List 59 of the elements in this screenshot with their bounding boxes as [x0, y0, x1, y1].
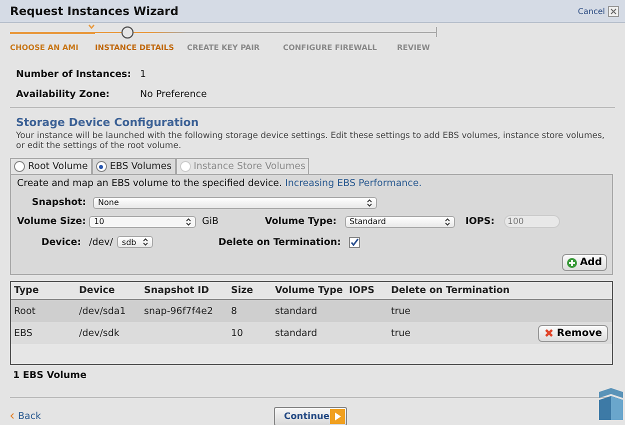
column-header: Type	[14, 285, 40, 296]
table-cell-text: 10	[231, 328, 244, 338]
table-cell-text: Root	[14, 306, 37, 316]
table-cell-text: standard	[275, 306, 318, 316]
column-header: Size	[231, 285, 254, 296]
field-value: No Preference	[140, 89, 207, 100]
spin-arrows-icon	[444, 218, 450, 226]
panel-description: Create and map an EBS volume to the specified device. Increasing EBS Performance.	[17, 178, 423, 189]
volume-count: 1 EBS Volume	[12, 369, 88, 381]
add-button[interactable]: Add	[562, 254, 607, 271]
field-label: Delete on Termination:	[217, 236, 341, 248]
field-label: IOPS:	[464, 216, 495, 227]
table-cell-text: standard	[275, 328, 318, 338]
cancel-link[interactable]: Cancel	[578, 6, 605, 16]
continue-button[interactable]: Continue	[274, 407, 347, 425]
column-header: Volume Type	[275, 285, 344, 296]
unit-label: GiB	[202, 216, 219, 227]
volume-type-select[interactable]: Standard	[344, 216, 455, 228]
spin-arrows-icon	[367, 198, 372, 206]
field-label: Device:	[40, 236, 81, 248]
field-value: 1	[140, 69, 146, 80]
column-header: Device	[79, 285, 116, 296]
window-title: Request Instances Wizard	[10, 4, 178, 18]
check-icon	[88, 24, 95, 29]
plus-icon	[566, 258, 577, 268]
volume-tab[interactable]: Root Volume	[10, 158, 92, 174]
table-cell-text: true	[391, 306, 412, 316]
volume-tab: Instance Store Volumes	[176, 158, 310, 174]
play-icon	[330, 409, 345, 424]
column-header: Delete on Termination	[391, 285, 511, 296]
x-icon	[544, 328, 554, 338]
field-label: Snapshot:	[30, 197, 86, 208]
snapshot-select[interactable]: None	[93, 196, 377, 208]
table-cell-text: snap-96f7f4e2	[144, 306, 214, 316]
field-label: Availability Zone:	[16, 89, 111, 100]
column-header: IOPS	[349, 285, 376, 296]
device-prefix: /dev/	[89, 236, 113, 248]
stacked-blocks-icon	[599, 388, 623, 420]
column-header: Snapshot ID	[144, 285, 210, 296]
section-title: Storage Device Configuration	[15, 115, 200, 131]
spin-arrows-icon[interactable]	[186, 218, 191, 226]
device-select[interactable]: sdb	[116, 236, 153, 248]
table-cell-text: EBS	[14, 328, 34, 338]
field-label: Volume Type:	[264, 216, 337, 227]
volume-size-field[interactable]: 10	[89, 216, 196, 228]
table-cell-text: true	[391, 328, 412, 338]
close-icon[interactable]	[608, 6, 619, 16]
table-cell-text: /dev/sdk	[79, 328, 120, 338]
help-link[interactable]: Increasing EBS Performance.	[285, 178, 422, 189]
chevron-left-icon	[10, 413, 14, 419]
table-cell-text: /dev/sda1	[79, 306, 127, 316]
section-description: Your instance will be launched with the following storage device settings. Edit these settings to add EBS volumes, instance store volumes, or edit the settings of the root volume.	[15, 131, 606, 151]
remove-button[interactable]: Remove	[538, 324, 608, 342]
table-cell-text: 8	[231, 306, 238, 316]
delete-checkbox[interactable]	[348, 236, 360, 248]
volume-tab[interactable]: EBS Volumes	[92, 158, 176, 174]
spin-arrows-icon	[142, 238, 148, 246]
back-link[interactable]: Back	[10, 410, 42, 422]
field-label: Number of Instances:	[16, 69, 132, 80]
